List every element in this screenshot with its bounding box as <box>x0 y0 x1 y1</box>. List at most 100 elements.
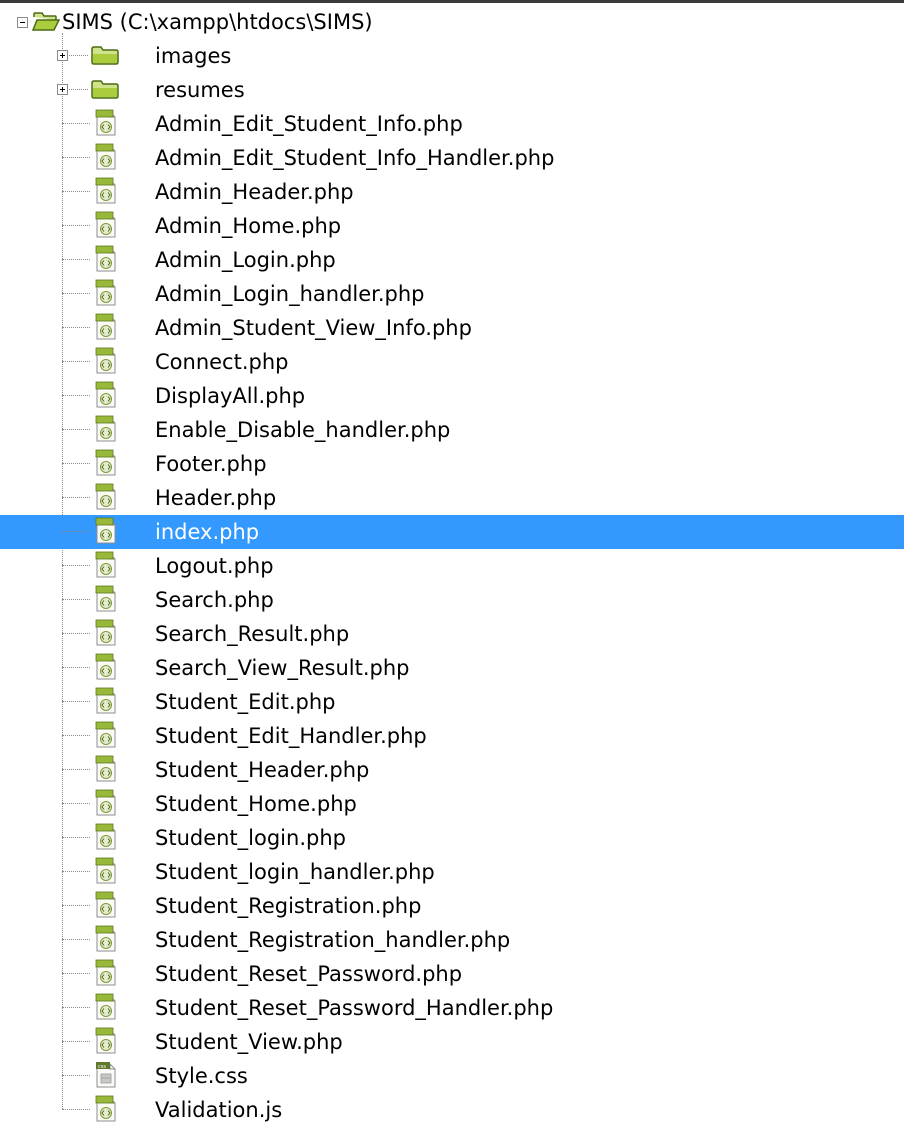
php-file-icon <box>95 653 116 680</box>
css-file-icon: css <box>96 1062 116 1088</box>
php-file-icon <box>95 279 116 306</box>
tree-item-label: Student_Reset_Password_Handler.php <box>155 996 554 1020</box>
tree-file-item[interactable]: Search_View_Result.php <box>0 651 904 685</box>
php-file-icon <box>95 483 116 510</box>
tree-item-label: Student_Edit.php <box>155 690 336 714</box>
collapse-toggle-icon[interactable] <box>17 17 28 28</box>
tree-file-item[interactable]: Student_Reset_Password_Handler.php <box>0 991 904 1025</box>
tree-branch-line <box>62 871 90 872</box>
tree-file-item[interactable]: Student_Edit_Handler.php <box>0 719 904 753</box>
tree-branch-line <box>62 531 90 532</box>
php-file-icon <box>95 823 116 850</box>
tree-branch-line <box>62 463 90 464</box>
tree-branch-line <box>62 973 90 974</box>
php-file-icon <box>95 415 116 442</box>
tree-file-item[interactable]: Admin_Edit_Student_Info.php <box>0 107 904 141</box>
tree-branch-line <box>62 497 90 498</box>
tree-item-label: Student_Reset_Password.php <box>155 962 463 986</box>
tree-file-item[interactable]: Admin_Home.php <box>0 209 904 243</box>
tree-item-label: Search.php <box>155 588 274 612</box>
tree-file-item[interactable]: Admin_Login.php <box>0 243 904 277</box>
tree-item-label: resumes <box>155 78 245 102</box>
tree-file-item[interactable]: Admin_Edit_Student_Info_Handler.php <box>0 141 904 175</box>
tree-item-label: Admin_Student_View_Info.php <box>155 316 472 340</box>
tree-item-label: Admin_Edit_Student_Info.php <box>155 112 463 136</box>
tree-file-item[interactable]: Admin_Student_View_Info.php <box>0 311 904 345</box>
file-tree: SIMS (C:\xampp\htdocs\SIMS) images resume… <box>0 3 904 1122</box>
tree-item-label: Admin_Header.php <box>155 180 354 204</box>
tree-branch-line <box>62 157 90 158</box>
tree-branch-line <box>62 599 90 600</box>
tree-file-item[interactable]: Student_Reset_Password.php <box>0 957 904 991</box>
expand-toggle-icon[interactable] <box>57 50 68 61</box>
tree-root[interactable]: SIMS (C:\xampp\htdocs\SIMS) <box>0 5 904 39</box>
tree-item-label: Student_Registration_handler.php <box>155 928 511 952</box>
tree-file-item[interactable]: Student_Registration_handler.php <box>0 923 904 957</box>
tree-file-item[interactable]: Student_login.php <box>0 821 904 855</box>
tree-file-item[interactable]: Header.php <box>0 481 904 515</box>
tree-item-label: Logout.php <box>155 554 274 578</box>
tree-folder-item[interactable]: resumes <box>0 73 904 107</box>
tree-file-item[interactable]: Connect.php <box>0 345 904 379</box>
php-file-icon <box>95 619 116 646</box>
tree-item-label: Student_Header.php <box>155 758 370 782</box>
php-file-icon <box>95 347 116 374</box>
tree-file-item[interactable]: Footer.php <box>0 447 904 481</box>
tree-branch-line <box>62 939 90 940</box>
tree-item-label: images <box>155 44 232 68</box>
tree-branch-line <box>62 1041 90 1042</box>
tree-file-item[interactable]: Search.php <box>0 583 904 617</box>
tree-item-label: DisplayAll.php <box>155 384 306 408</box>
tree-item-label: Style.css <box>155 1064 248 1088</box>
tree-file-item[interactable]: DisplayAll.php <box>0 379 904 413</box>
folder-open-icon <box>32 12 60 31</box>
php-file-icon <box>95 857 116 884</box>
tree-file-item[interactable]: Validation.js <box>0 1093 904 1127</box>
tree-item-label: Admin_Home.php <box>155 214 342 238</box>
tree-folder-item[interactable]: images <box>0 39 904 73</box>
tree-file-item[interactable]: index.php <box>0 515 904 549</box>
tree-branch-line <box>62 735 90 736</box>
tree-file-item[interactable]: Student_Registration.php <box>0 889 904 923</box>
tree-item-label: Admin_Login.php <box>155 248 336 272</box>
tree-file-item[interactable]: Student_login_handler.php <box>0 855 904 889</box>
tree-item-label: Validation.js <box>155 1098 283 1122</box>
php-file-icon <box>95 381 116 408</box>
tree-file-item[interactable]: Student_View.php <box>0 1025 904 1059</box>
tree-branch-line <box>62 395 90 396</box>
tree-file-item[interactable]: Logout.php <box>0 549 904 583</box>
expand-toggle-icon[interactable] <box>57 84 68 95</box>
tree-item-label: Search_Result.php <box>155 622 350 646</box>
tree-file-item[interactable]: Student_Header.php <box>0 753 904 787</box>
tree-branch-line <box>62 1007 90 1008</box>
tree-branch-line <box>62 1109 90 1110</box>
php-file-icon <box>95 721 116 748</box>
tree-item-label: Student_Home.php <box>155 792 357 816</box>
tree-branch-line <box>62 905 90 906</box>
tree-branch-line <box>62 633 90 634</box>
tree-item-label: index.php <box>155 520 260 544</box>
php-file-icon <box>95 755 116 782</box>
php-file-icon <box>95 959 116 986</box>
tree-file-item[interactable]: Student_Home.php <box>0 787 904 821</box>
tree-item-label: Connect.php <box>155 350 289 374</box>
php-file-icon <box>95 993 116 1020</box>
tree-branch-line <box>62 191 90 192</box>
php-file-icon <box>95 687 116 714</box>
tree-item-label: Student_Registration.php <box>155 894 422 918</box>
tree-item-label: Admin_Login_handler.php <box>155 282 425 306</box>
tree-branch-line <box>62 667 90 668</box>
php-file-icon <box>95 177 116 204</box>
tree-root-label: SIMS (C:\xampp\htdocs\SIMS) <box>62 10 373 34</box>
tree-branch-line <box>62 429 90 430</box>
php-file-icon <box>95 143 116 170</box>
tree-file-item[interactable]: css Style.css <box>0 1059 904 1093</box>
tree-item-label: Student_View.php <box>155 1030 343 1054</box>
tree-file-item[interactable]: Search_Result.php <box>0 617 904 651</box>
php-file-icon <box>95 551 116 578</box>
tree-file-item[interactable]: Admin_Login_handler.php <box>0 277 904 311</box>
tree-file-item[interactable]: Student_Edit.php <box>0 685 904 719</box>
folder-icon <box>91 80 119 99</box>
tree-file-item[interactable]: Enable_Disable_handler.php <box>0 413 904 447</box>
tree-file-item[interactable]: Admin_Header.php <box>0 175 904 209</box>
